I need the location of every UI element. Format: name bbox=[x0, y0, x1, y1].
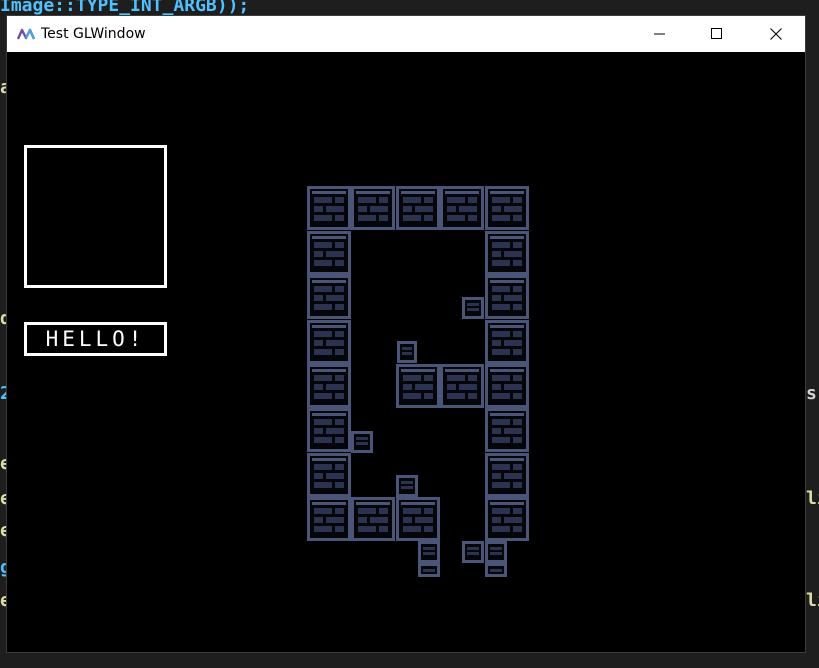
brick-tile bbox=[485, 231, 529, 275]
minimize-icon bbox=[654, 33, 665, 35]
small-brick-tile bbox=[485, 563, 507, 577]
brick-tile bbox=[307, 364, 351, 408]
brick-tile bbox=[440, 364, 484, 408]
brick-tile bbox=[396, 364, 440, 408]
level-map bbox=[307, 186, 529, 577]
code-fragment: li bbox=[806, 488, 819, 509]
brick-tile bbox=[396, 186, 440, 230]
small-brick-tile bbox=[485, 541, 507, 563]
brick-tile bbox=[307, 453, 351, 497]
app-window: Test GLWindow HELLO! bbox=[6, 15, 806, 653]
small-brick-tile bbox=[462, 541, 484, 563]
small-brick-tile bbox=[397, 341, 417, 363]
jetbrains-icon bbox=[17, 28, 36, 40]
close-button[interactable] bbox=[753, 16, 799, 52]
maximize-button[interactable] bbox=[694, 16, 740, 52]
brick-tile bbox=[307, 320, 351, 364]
window-title: Test GLWindow bbox=[41, 26, 146, 42]
brick-tile bbox=[485, 497, 529, 541]
brick-tile bbox=[485, 408, 529, 452]
brick-tile bbox=[351, 186, 395, 230]
small-brick-tile bbox=[418, 541, 440, 563]
brick-tile bbox=[351, 497, 395, 541]
maximize-icon bbox=[711, 28, 722, 39]
brick-tile bbox=[485, 453, 529, 497]
brick-tile bbox=[307, 275, 351, 319]
title-bar[interactable]: Test GLWindow bbox=[7, 16, 805, 52]
minimize-button[interactable] bbox=[637, 16, 683, 52]
brick-tile bbox=[485, 275, 529, 319]
game-canvas[interactable]: HELLO! bbox=[7, 52, 805, 652]
brick-tile bbox=[440, 186, 484, 230]
brick-tile bbox=[307, 231, 351, 275]
code-fragment: li bbox=[806, 590, 819, 611]
brick-tile bbox=[307, 186, 351, 230]
code-fragment: s( bbox=[806, 383, 819, 404]
brick-tile bbox=[396, 497, 440, 541]
brick-tile bbox=[485, 186, 529, 230]
brick-tile bbox=[307, 497, 351, 541]
brick-tile bbox=[485, 364, 529, 408]
code-fragment: Image::TYPE_INT_ARGB)); bbox=[0, 0, 250, 16]
small-brick-tile bbox=[351, 431, 373, 453]
small-brick-tile bbox=[462, 297, 484, 319]
small-brick-tile bbox=[418, 563, 440, 577]
brick-tile bbox=[307, 408, 351, 452]
brick-tile bbox=[485, 320, 529, 364]
close-icon bbox=[770, 28, 782, 40]
small-brick-tile bbox=[396, 475, 418, 497]
